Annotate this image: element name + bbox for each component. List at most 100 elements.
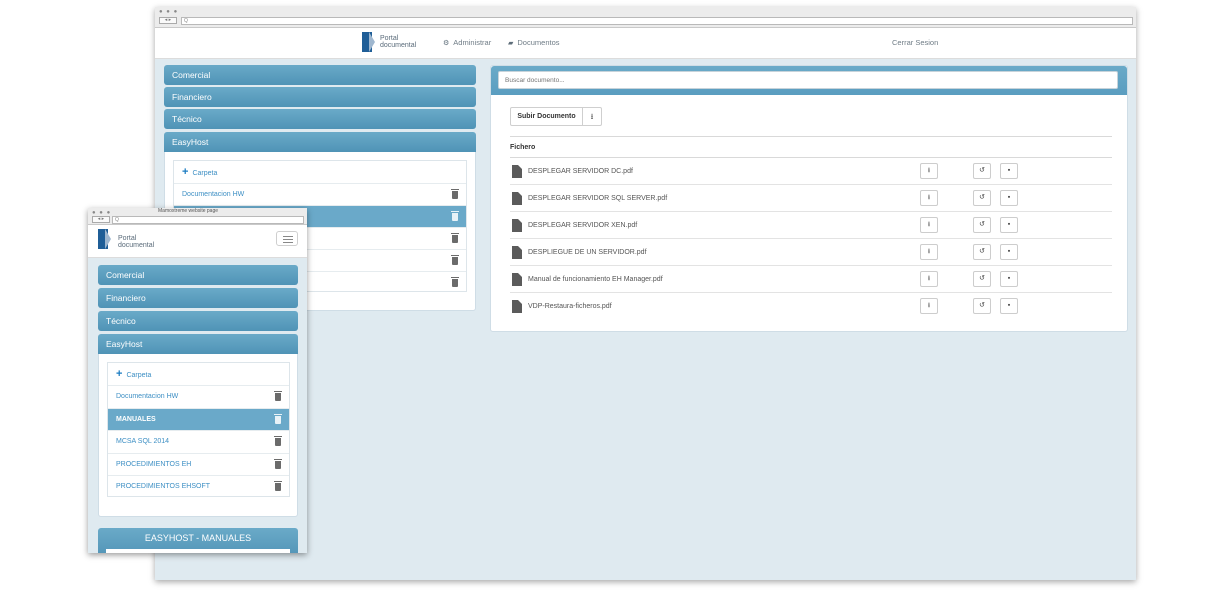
- browser-chrome: ● ● ● Mamoxtreme website page ◂ ▸ Q: [88, 208, 307, 225]
- file-name[interactable]: DESPLEGAR SERVIDOR DC.pdf: [528, 158, 633, 185]
- column-header-fichero: Fichero: [510, 136, 1112, 158]
- trash-icon[interactable]: [451, 189, 459, 199]
- trash-icon[interactable]: [274, 459, 282, 469]
- download-icon[interactable]: ⭳: [920, 298, 938, 314]
- address-bar[interactable]: Q: [181, 17, 1133, 25]
- trash-icon[interactable]: ▪: [1000, 190, 1018, 206]
- trash-icon[interactable]: ▪: [1000, 163, 1018, 179]
- logo-line1: Portal: [118, 235, 137, 242]
- add-folder-label: Carpeta: [192, 170, 218, 177]
- download-icon[interactable]: ⭳: [920, 190, 938, 206]
- plus-icon: +: [182, 166, 189, 178]
- file-row: DESPLEGAR SERVIDOR XEN.pdf ⭳ ↺ ▪: [510, 212, 1112, 239]
- category-tecnico[interactable]: Técnico: [164, 109, 476, 129]
- top-navbar: Portal documental ⚙ Administrar ▰ Document…: [155, 28, 1136, 59]
- category-easyhost[interactable]: EasyHost: [98, 334, 298, 354]
- category-easyhost[interactable]: EasyHost: [164, 132, 476, 152]
- trash-icon[interactable]: [451, 233, 459, 243]
- category-comercial[interactable]: Comercial: [98, 265, 298, 285]
- address-bar[interactable]: Q: [112, 216, 304, 224]
- panel-title: EASYHOST - MANUALES: [98, 528, 298, 553]
- download-icon[interactable]: ⭳: [920, 271, 938, 287]
- back-forward-buttons[interactable]: ◂ ▸: [92, 216, 110, 223]
- folder-item-label: MCSA SQL 2014: [116, 438, 170, 445]
- window-title: Mamoxtreme website page: [158, 208, 219, 214]
- file-row: DESPLIEGUE DE UN SERVIDOR.pdf ⭳ ↺ ▪: [510, 239, 1112, 266]
- restore-icon[interactable]: ↺: [973, 244, 991, 260]
- upload-icon[interactable]: ⭳: [583, 108, 601, 125]
- add-folder-button[interactable]: + Carpeta: [108, 363, 289, 385]
- restore-icon[interactable]: ↺: [973, 190, 991, 206]
- trash-icon[interactable]: ▪: [1000, 298, 1018, 314]
- file-row: VDP-Restaura-ficheros.pdf ⭳ ↺ ▪: [510, 293, 1112, 320]
- nav-documentos[interactable]: ▰ Documentos: [508, 38, 560, 47]
- folder-item-label: PROCEDIMIENTOS EHSOFT: [116, 483, 210, 490]
- plus-icon: +: [116, 368, 123, 380]
- hamburger-icon: [283, 239, 293, 240]
- category-comercial[interactable]: Comercial: [164, 65, 476, 85]
- trash-icon[interactable]: [274, 481, 282, 491]
- file-name[interactable]: DESPLIEGUE DE UN SERVIDOR.pdf: [528, 239, 647, 266]
- logout-link[interactable]: Cerrar Sesion: [892, 38, 938, 47]
- file-icon: [512, 165, 522, 178]
- restore-icon[interactable]: ↺: [973, 163, 991, 179]
- download-icon[interactable]: ⭳: [920, 163, 938, 179]
- hamburger-icon: [283, 236, 293, 237]
- upload-document-button[interactable]: Subir Documento: [511, 108, 583, 125]
- folder-icon: ▰: [508, 40, 514, 47]
- restore-icon[interactable]: ↺: [973, 298, 991, 314]
- hamburger-icon: [283, 242, 293, 243]
- trash-icon[interactable]: [451, 211, 459, 221]
- trash-icon[interactable]: [451, 277, 459, 287]
- category-financiero[interactable]: Financiero: [164, 87, 476, 107]
- add-folder-button[interactable]: + Carpeta: [174, 161, 466, 183]
- top-navbar: Portal documental: [88, 225, 307, 258]
- nav-administrar[interactable]: ⚙ Administrar: [443, 38, 491, 47]
- logo-line2: documental: [380, 42, 417, 49]
- folder-item-selected[interactable]: MANUALES: [108, 408, 289, 430]
- search-input[interactable]: [498, 71, 1118, 89]
- file-name[interactable]: DESPLEGAR SERVIDOR SQL SERVER.pdf: [528, 185, 667, 212]
- file-icon: [512, 246, 522, 259]
- file-name[interactable]: DESPLEGAR SERVIDOR XEN.pdf: [528, 212, 637, 239]
- add-folder-label: Carpeta: [126, 372, 152, 379]
- folder-item-label: MANUALES: [116, 416, 156, 423]
- download-icon[interactable]: ⭳: [920, 244, 938, 260]
- file-name[interactable]: Manual de funcionamiento EH Manager.pdf: [528, 266, 663, 293]
- trash-icon[interactable]: [274, 436, 282, 446]
- trash-icon[interactable]: ▪: [1000, 217, 1018, 233]
- restore-icon[interactable]: ↺: [973, 217, 991, 233]
- folder-item[interactable]: PROCEDIMIENTOS EH: [108, 453, 289, 475]
- documents-panel-header: [491, 66, 1127, 95]
- file-row: DESPLEGAR SERVIDOR DC.pdf ⭳ ↺ ▪: [510, 158, 1112, 185]
- back-forward-buttons[interactable]: ◂ ▸: [159, 17, 177, 24]
- easyhost-folder-panel: + Carpeta Documentacion HW MANUALES MCSA …: [98, 354, 298, 517]
- category-tecnico[interactable]: Técnico: [98, 311, 298, 331]
- nav-administrar-label: Administrar: [453, 38, 492, 47]
- folder-item[interactable]: MCSA SQL 2014: [108, 430, 289, 452]
- category-financiero[interactable]: Financiero: [98, 288, 298, 308]
- logo-text: Portal documental: [118, 235, 154, 249]
- nav-documentos-label: Documentos: [517, 38, 560, 47]
- browser-chrome: ● ● ● ◂ ▸ Q: [155, 7, 1136, 28]
- logo-text: Portal documental: [380, 35, 416, 49]
- trash-icon[interactable]: ▪: [1000, 244, 1018, 260]
- folder-item[interactable]: Documentacion HW: [108, 385, 289, 407]
- folder-item[interactable]: Documentacion HW: [174, 183, 466, 205]
- folder-item[interactable]: PROCEDIMIENTOS EHSOFT: [108, 475, 289, 497]
- trash-icon[interactable]: ▪: [1000, 271, 1018, 287]
- folder-item-label: Documentacion HW: [116, 393, 179, 400]
- trash-icon[interactable]: [274, 414, 282, 424]
- file-name[interactable]: VDP-Restaura-ficheros.pdf: [528, 293, 612, 320]
- logo-line2: documental: [118, 242, 155, 249]
- file-icon: [512, 300, 522, 313]
- restore-icon[interactable]: ↺: [973, 271, 991, 287]
- hamburger-menu-button[interactable]: [276, 231, 298, 246]
- folder-list: + Carpeta Documentacion HW MANUALES MCSA …: [107, 362, 290, 497]
- documents-panel: Subir Documento ⭳ Fichero DESPLEGAR SERV…: [490, 65, 1128, 332]
- trash-icon[interactable]: [451, 255, 459, 265]
- download-icon[interactable]: ⭳: [920, 217, 938, 233]
- file-icon: [512, 192, 522, 205]
- trash-icon[interactable]: [274, 391, 282, 401]
- window-controls[interactable]: ● ● ●: [159, 9, 178, 15]
